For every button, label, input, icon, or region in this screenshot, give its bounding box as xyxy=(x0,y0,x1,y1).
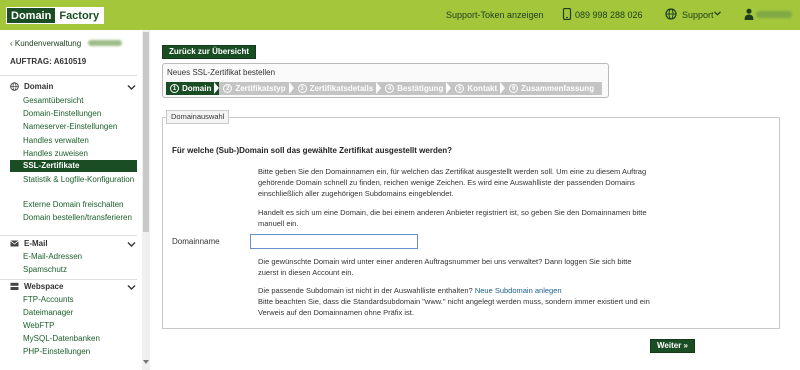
sidebar-item-handles-verwalten[interactable]: Handles verwalten xyxy=(23,136,135,146)
back-to-customer-link[interactable]: ‹ Kundenverwaltung xyxy=(10,39,81,48)
logo-left-text: Domain xyxy=(7,8,56,23)
subdomain-note: Die passende Subdomain ist nicht in der … xyxy=(258,285,650,318)
step-label: Zusammenfassung xyxy=(521,84,595,93)
panel-title: Domainauswahl xyxy=(166,110,230,124)
phone-icon xyxy=(562,8,572,20)
sidebar-section-domain[interactable]: Domain xyxy=(10,82,53,91)
sidebar-section-email[interactable]: E-Mail xyxy=(10,239,48,248)
subdomain-note-rest: Bitte beachten Sie, dass die Standardsub… xyxy=(258,297,650,317)
username-redacted xyxy=(756,11,792,18)
step-label: Kontakt xyxy=(467,84,498,93)
sidebar-item-webftp[interactable]: WebFTP xyxy=(23,321,135,331)
wizard-step-kontakt: 5 Kontakt xyxy=(451,82,506,95)
server-icon xyxy=(10,282,19,290)
sidebar-item-email-adressen[interactable]: E-Mail-Adressen xyxy=(23,252,135,262)
instruction-text: Bitte geben Sie den Domainnamen ein, für… xyxy=(258,167,647,198)
scrollbar-thumb[interactable] xyxy=(143,32,149,232)
wizard-step-bestaetigung: 4 Bestätigung xyxy=(381,82,452,95)
sidebar-section-webspace[interactable]: Webspace xyxy=(10,282,63,291)
user-icon[interactable] xyxy=(744,8,754,20)
wizard-step-zertifikatstyp: 2 Zertifikatstyp xyxy=(219,82,294,95)
wizard-steps: 1 Domain 2 Zertifikatstyp 3 Zertifikatsd… xyxy=(166,82,606,95)
step-number: 2 xyxy=(223,84,233,93)
sidebar-item-php[interactable]: PHP-Einstellungen xyxy=(23,347,135,357)
sidebar-item-domain-einstellungen[interactable]: Domain-Einstellungen xyxy=(23,109,135,119)
chevron-down-icon[interactable] xyxy=(714,11,721,16)
envelope-icon xyxy=(10,240,19,247)
wizard-title: Neues SSL-Zertifikat bestellen xyxy=(167,68,276,77)
top-bar xyxy=(0,0,800,30)
subdomain-note-prefix: Die passende Subdomain ist nicht in der … xyxy=(258,286,473,295)
sidebar-item-dateimanager[interactable]: Dateimanager xyxy=(23,308,135,318)
sidebar-item-handles-zuweisen[interactable]: Handles zuweisen xyxy=(23,149,135,159)
wizard-box: Neues SSL-Zertifikat bestellen 1 Domain … xyxy=(162,63,609,98)
chevron-down-icon[interactable] xyxy=(127,241,136,248)
sidebar-item-nameserver[interactable]: Nameserver-Einstellungen xyxy=(23,122,135,132)
sidebar-divider xyxy=(0,75,137,76)
chevron-down-icon[interactable] xyxy=(127,284,136,291)
question-heading: Für welche (Sub-)Domain soll das gewählt… xyxy=(172,146,453,155)
sidebar-item-statistik[interactable]: Statistik & Logfile-Konfiguration xyxy=(23,175,135,185)
external-domain-note: Handelt es sich um eine Domain, die bei … xyxy=(258,208,647,228)
section-title: Webspace xyxy=(24,282,64,291)
sidebar-divider xyxy=(0,279,137,280)
next-button[interactable]: Weiter » xyxy=(650,339,695,353)
wizard-step-domain: 1 Domain xyxy=(166,82,220,95)
step-number: 5 xyxy=(455,84,465,93)
sidebar-item-ssl-zertifikate[interactable]: SSL-Zertifikate xyxy=(10,160,137,172)
new-subdomain-link[interactable]: Neue Subdomain anlegen xyxy=(475,286,562,295)
wizard-step-zertifikatsdetails: 3 Zertifikatsdetails xyxy=(293,82,382,95)
step-number: 1 xyxy=(170,84,179,93)
section-title: E-Mail xyxy=(24,239,48,248)
sidebar-item-externe-domain[interactable]: Externe Domain freischalten xyxy=(23,200,135,210)
sidebar-item-mysql[interactable]: MySQL-Datenbanken xyxy=(23,334,135,344)
domainfactory-logo[interactable]: Domain Factory xyxy=(6,7,105,24)
step-label: Bestätigung xyxy=(397,84,444,93)
scroll-down-arrow[interactable] xyxy=(143,360,149,364)
domain-name-input[interactable] xyxy=(250,234,418,249)
domain-name-label: Domainname xyxy=(172,237,220,246)
section-title: Domain xyxy=(24,82,54,91)
globe-icon xyxy=(665,8,677,20)
chevron-down-icon[interactable] xyxy=(127,84,136,91)
wizard-step-zusammenfassung: 6 Zusammenfassung xyxy=(505,82,603,95)
sidebar-item-ftp-accounts[interactable]: FTP-Accounts xyxy=(23,295,135,305)
sidebar-item-domain-bestellen[interactable]: Domain bestellen/transferieren xyxy=(23,213,135,223)
step-number: 6 xyxy=(509,84,519,93)
back-to-overview-button[interactable]: Zurück zur Übersicht xyxy=(162,45,257,59)
support-token-link[interactable]: Support-Token anzeigen xyxy=(446,9,544,21)
phone-number[interactable]: 089 998 288 026 xyxy=(575,9,643,21)
customer-id-redacted xyxy=(88,40,122,46)
other-account-note: Die gewünschte Domain wird unter einer a… xyxy=(258,257,632,277)
sidebar-scrollbar[interactable] xyxy=(142,30,150,370)
logo-right-text: Factory xyxy=(55,8,104,23)
sidebar-divider xyxy=(0,235,137,236)
step-number: 3 xyxy=(297,84,307,93)
step-number: 4 xyxy=(385,84,395,93)
sidebar-item-spamschutz[interactable]: Spamschutz xyxy=(23,265,135,275)
sidebar-item-gesamtuebersicht[interactable]: Gesamtübersicht xyxy=(23,96,135,106)
support-menu[interactable]: Support xyxy=(682,9,714,21)
order-number: AUFTRAG: A610519 xyxy=(10,57,87,66)
step-label: Domain xyxy=(182,84,212,93)
step-label: Zertifikatsdetails xyxy=(309,84,374,93)
globe-icon xyxy=(10,82,19,91)
step-label: Zertifikatstyp xyxy=(235,84,286,93)
